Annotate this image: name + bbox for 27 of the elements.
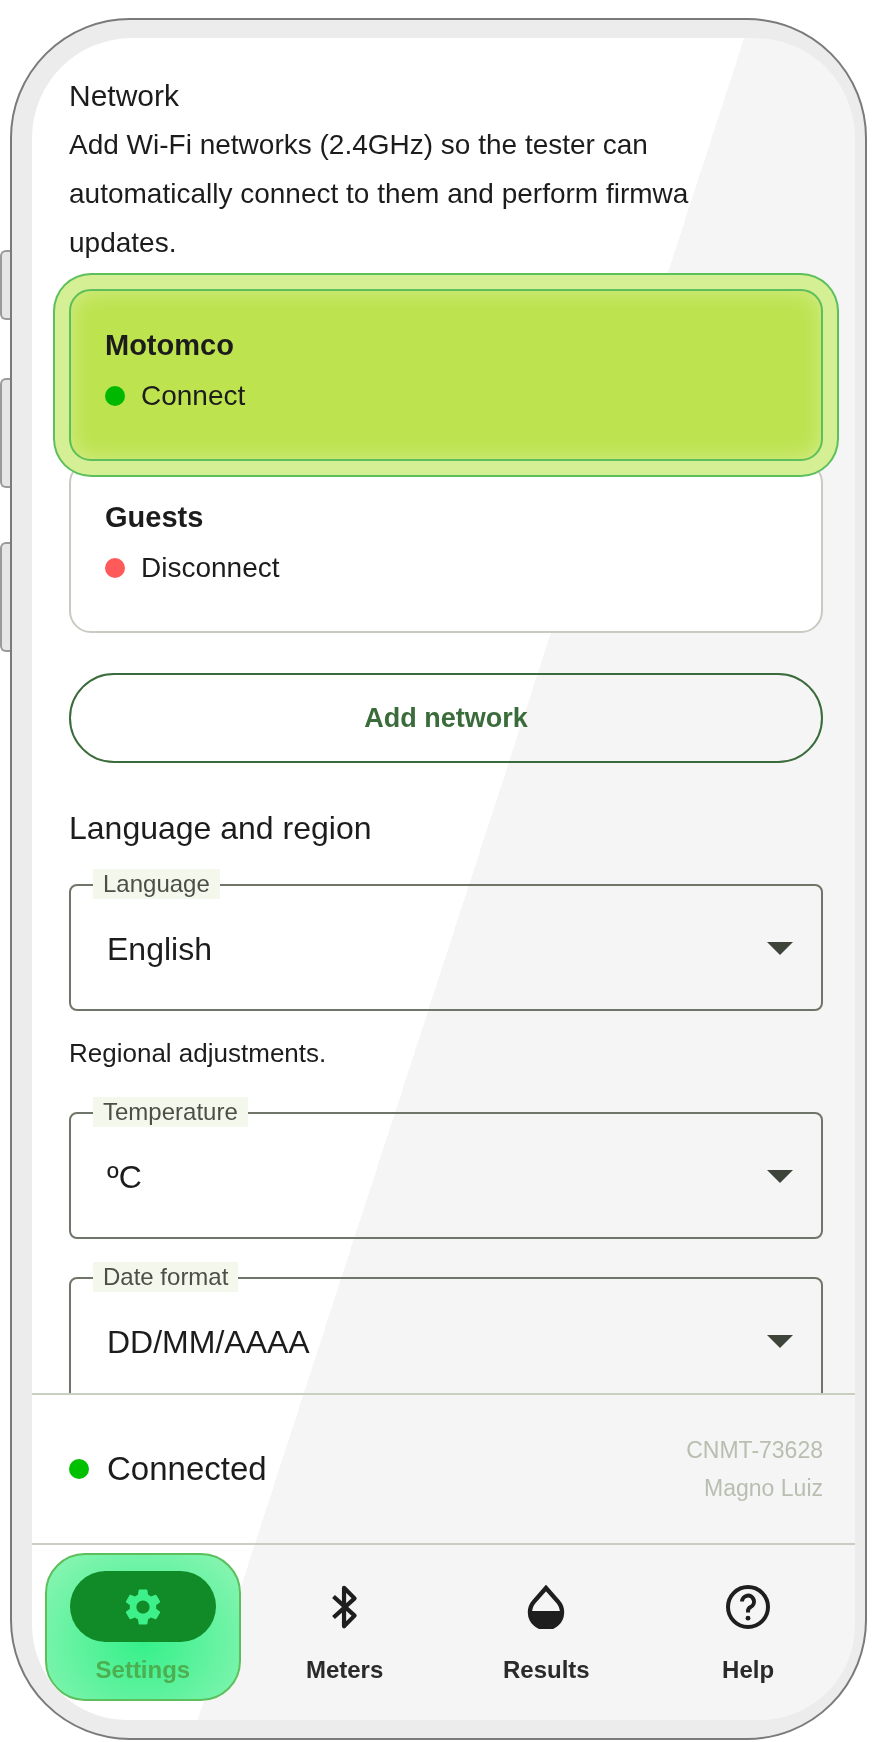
network-status: Connect <box>141 379 246 413</box>
dropdown-caret-icon <box>767 1170 793 1184</box>
nav-tab[interactable]: Results <box>448 1553 645 1701</box>
section-description: Add Wi-Fi networks (2.4GHz) so the tester can automatically connect to them and perform firmwa updates. <box>69 128 690 260</box>
dropdown-caret-icon <box>767 1335 793 1349</box>
status-dot <box>69 1459 89 1479</box>
section-title: Language and region <box>69 809 373 848</box>
connection-status: Connected <box>107 1449 267 1490</box>
field-label: Temperature <box>93 1097 248 1128</box>
add-network-button[interactable]: Add network <box>69 673 823 763</box>
network-name: Motomco <box>105 328 235 363</box>
network-name: Guests <box>105 500 205 535</box>
nav-tab[interactable]: Help <box>650 1553 846 1701</box>
nav-tab[interactable]: Meters <box>246 1553 443 1701</box>
select-field[interactable]: Language English <box>69 869 823 1012</box>
bluetooth-icon <box>330 1583 359 1630</box>
water-drop-icon <box>526 1584 567 1629</box>
field-label: Date format <box>93 1262 239 1293</box>
help-icon <box>724 1582 773 1631</box>
field-label: Language <box>93 869 220 900</box>
section-note: Regional adjustments. <box>69 1037 328 1071</box>
select-field[interactable]: Temperature ºC <box>69 1097 823 1240</box>
user-name: Magno Luiz <box>703 1474 823 1503</box>
device-id: CNMT-73628 <box>686 1436 823 1465</box>
network-status: Disconnect <box>141 551 280 585</box>
dropdown-caret-icon <box>767 942 793 956</box>
section-title: Network <box>69 78 181 114</box>
